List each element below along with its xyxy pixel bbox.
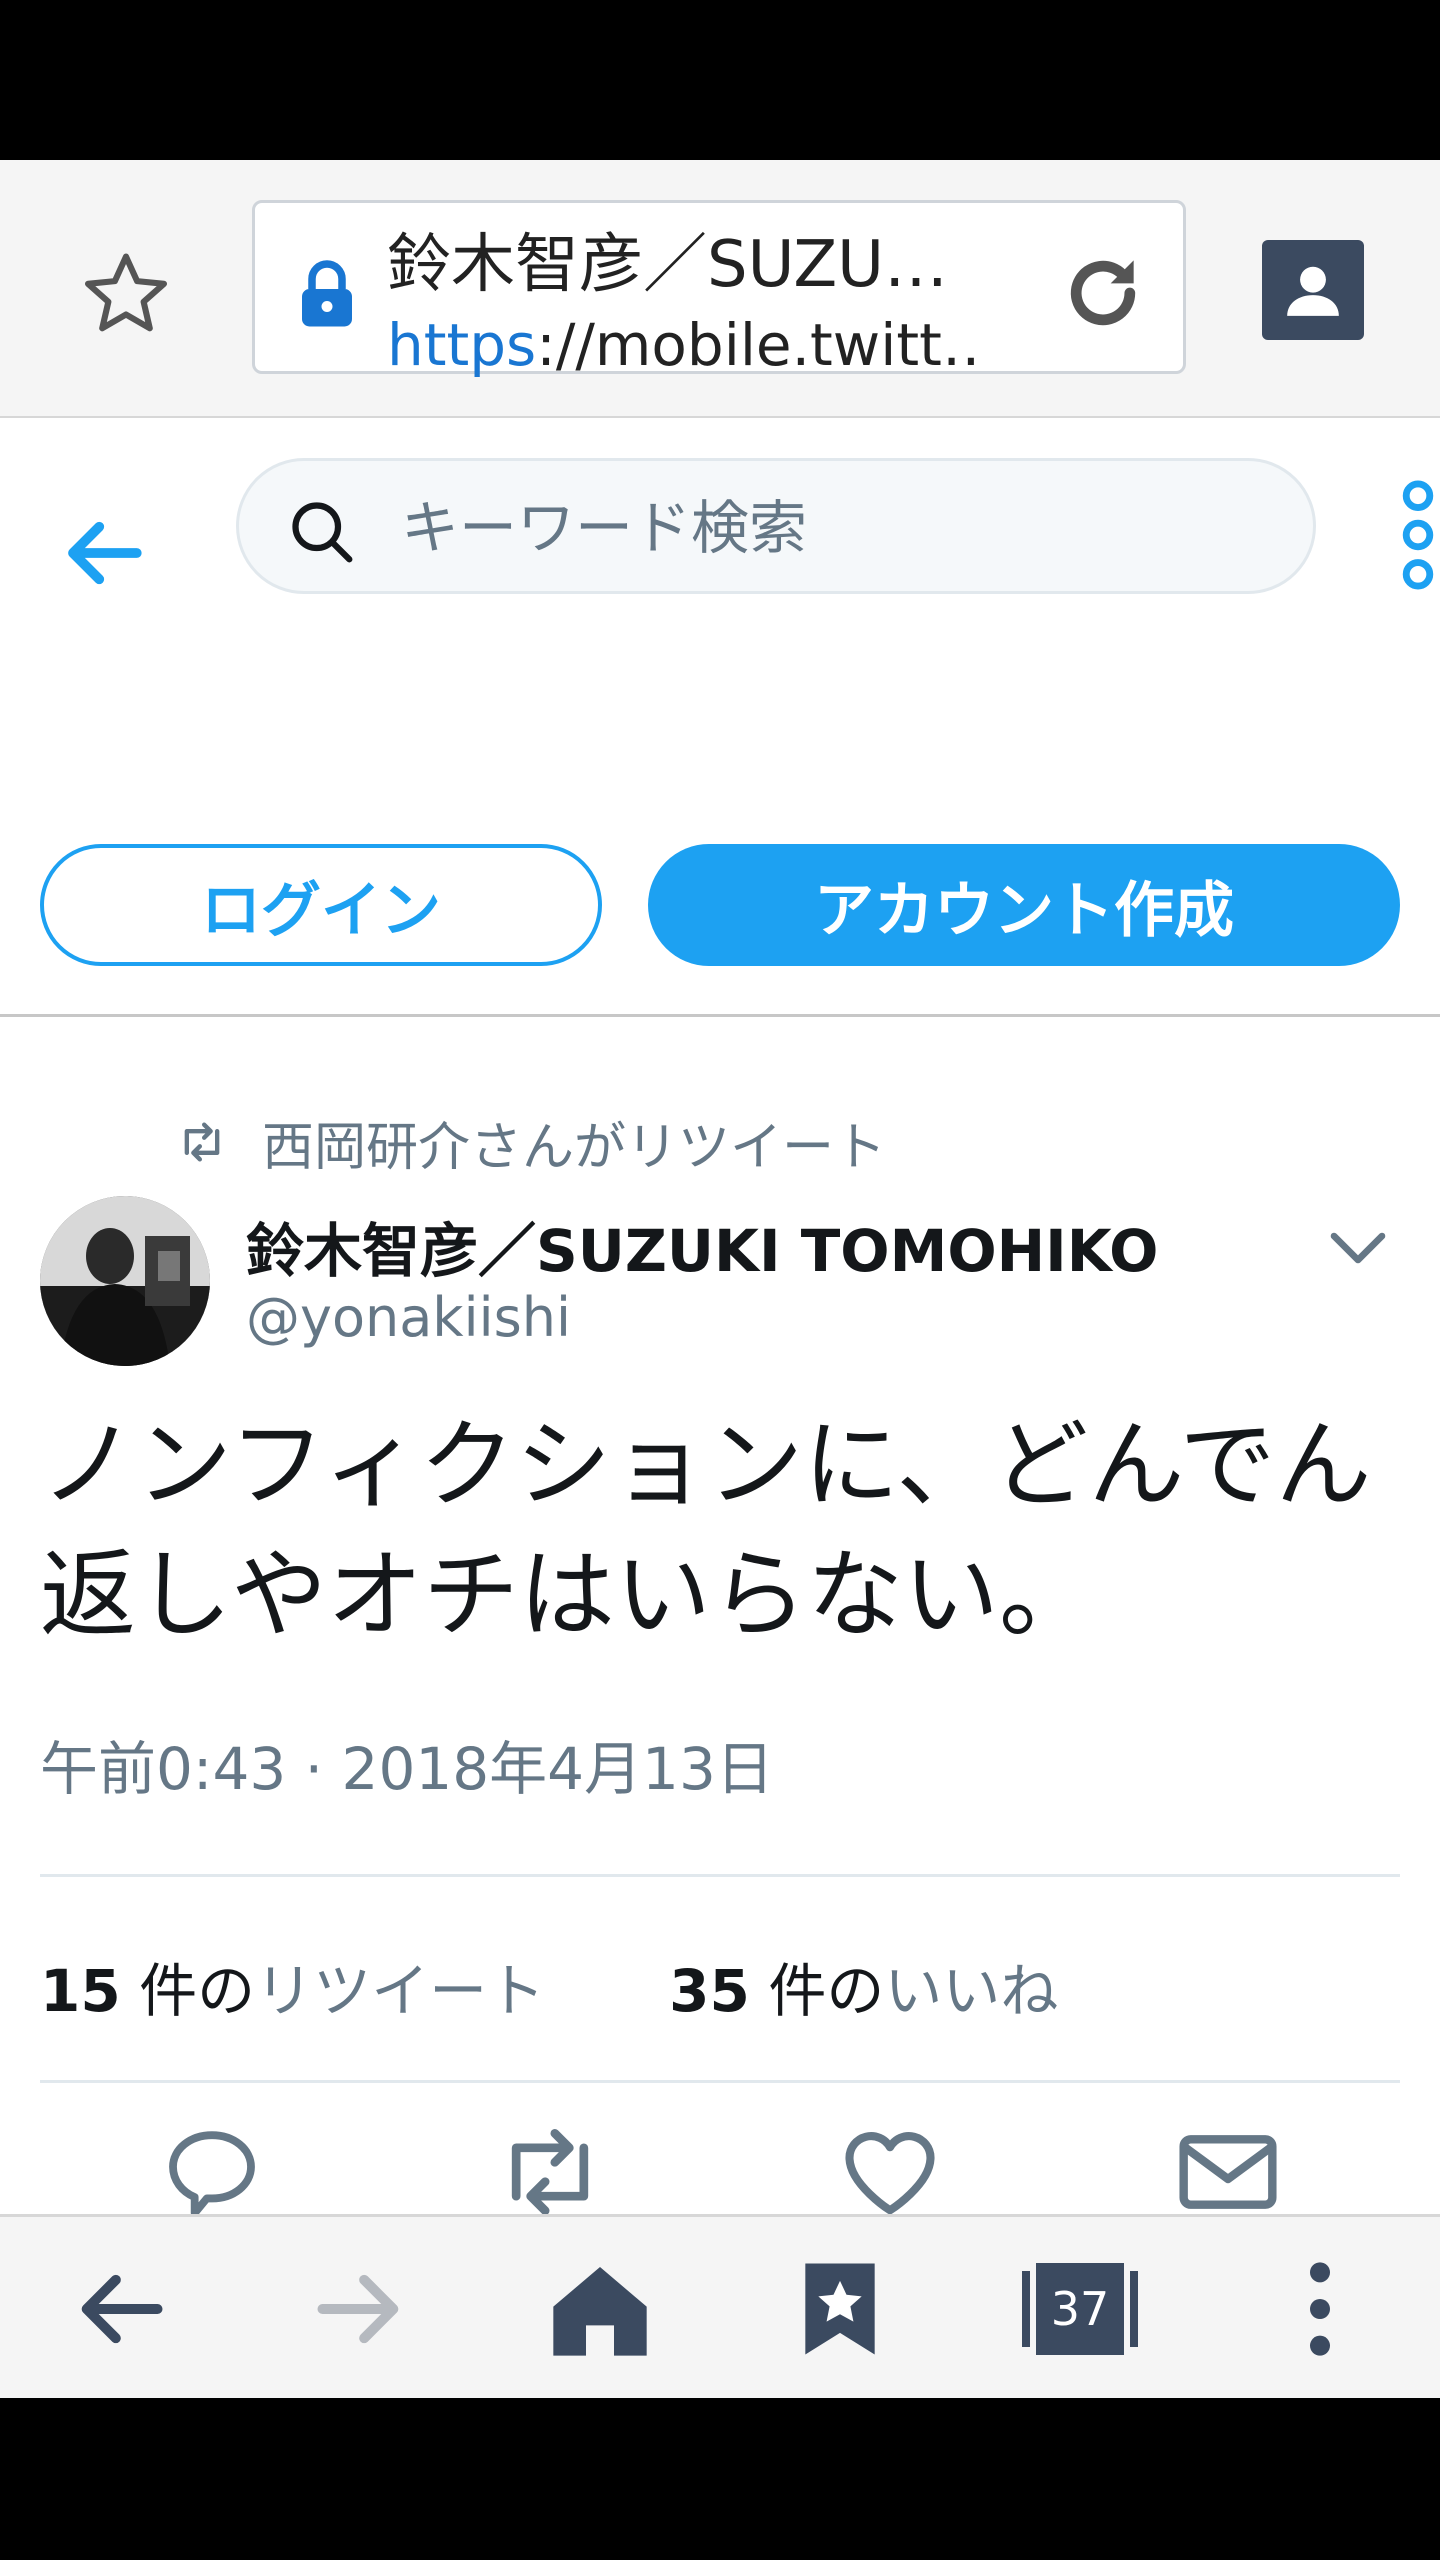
twitter-header: ログイン アカウント作成: [0, 418, 1440, 1017]
reload-button[interactable]: [1053, 243, 1153, 343]
back-arrow-icon: [68, 521, 142, 585]
tweet-options-button[interactable]: [1322, 1212, 1394, 1284]
retweeted-by-label: 西岡研介さんがリツイート: [262, 1117, 887, 1178]
like-link: いいね: [884, 1957, 1059, 2025]
search-box[interactable]: [236, 458, 1316, 594]
avatar[interactable]: [40, 1196, 210, 1366]
browser-bottom-toolbar: 37: [0, 2214, 1440, 2398]
browser-forward-button[interactable]: [290, 2239, 430, 2379]
message-icon: [1179, 2135, 1277, 2209]
reload-icon: [1070, 260, 1136, 326]
retweet-count: 15: [40, 1957, 121, 2025]
tweet-text-line-2: 返しやオチはいらない。: [40, 1539, 1096, 1651]
browser-menu-button[interactable]: [1250, 2239, 1390, 2379]
retweet-context: 西岡研介さんがリツイート: [176, 1104, 886, 1180]
divider: [40, 2080, 1400, 2083]
more-vertical-icon: [1310, 2262, 1330, 2356]
retweet-link: リツイート: [255, 1957, 546, 2025]
forward-arrow-icon: [317, 2274, 399, 2344]
home-button[interactable]: [530, 2239, 670, 2379]
reply-icon: [169, 2131, 255, 2218]
tabs-icon: 37: [1022, 2263, 1138, 2355]
like-count-suffix: 件の: [749, 1957, 885, 2025]
tabs-button[interactable]: 37: [1010, 2239, 1150, 2379]
lock-icon: [302, 260, 352, 327]
login-button[interactable]: ログイン: [40, 844, 602, 966]
url-bar[interactable]: 鈴木智彦／SUZU… https://mobile.twitt…: [252, 200, 1186, 379]
home-icon: [553, 2267, 647, 2356]
screen: 鈴木智彦／SUZU… https://mobile.twitt… ログイン アカ…: [0, 160, 1440, 2398]
retweet-count-suffix: 件の: [120, 1957, 256, 2025]
retweet-stat[interactable]: 15 件のリツイート: [40, 1944, 545, 2028]
url-rest: ://mobile.twitt…: [536, 311, 987, 379]
account-button[interactable]: [1262, 240, 1364, 340]
more-menu-button[interactable]: [1398, 480, 1440, 590]
author-name[interactable]: 鈴木智彦／SUZUKI TOMOHIKO: [246, 1204, 1158, 1288]
back-button[interactable]: [48, 498, 158, 608]
more-vertical-icon: [1402, 480, 1434, 590]
bookmarks-button[interactable]: [770, 2239, 910, 2379]
search-icon: [292, 502, 353, 563]
search-input[interactable]: [399, 483, 1263, 573]
tweet-stats: 15 件のリツイート 35 件のいいね: [40, 1936, 1058, 2036]
back-arrow-icon: [81, 2274, 163, 2344]
tweet: 西岡研介さんがリツイート 鈴木智彦／SUZUKI TOMOHIKO @yonak…: [0, 1016, 1440, 2291]
like-stat[interactable]: 35 件のいいね: [669, 1944, 1058, 2028]
tweet-text: ノンフィクションに、どんでん 返しやオチはいらない。: [40, 1400, 1420, 1660]
divider: [40, 1874, 1400, 1877]
like-count: 35: [669, 1957, 750, 2025]
url-text: https://mobile.twitt…: [387, 311, 987, 379]
browser-back-button[interactable]: [50, 2239, 190, 2379]
create-account-button[interactable]: アカウント作成: [648, 844, 1400, 966]
bookmark-star-button[interactable]: [78, 245, 174, 341]
tweet-text-line-1: ノンフィクションに、どんでん: [40, 1409, 1372, 1521]
like-icon: [845, 2132, 935, 2215]
retweet-icon: [184, 1122, 220, 1162]
retweet-icon: [511, 2128, 589, 2216]
page-title: 鈴木智彦／SUZU…: [387, 228, 949, 302]
tab-count: 37: [1051, 2282, 1110, 2336]
browser-address-bar: 鈴木智彦／SUZU… https://mobile.twitt…: [0, 160, 1440, 418]
bookmark-icon: [805, 2263, 875, 2355]
chevron-down-icon: [1330, 1232, 1386, 1264]
star-icon: [84, 253, 168, 332]
account-icon: [1287, 266, 1339, 316]
url-scheme: https: [387, 311, 537, 379]
tweet-timestamp[interactable]: 午前0:43 · 2018年4月13日: [40, 1722, 774, 1806]
author-handle[interactable]: @yonakiishi: [246, 1286, 571, 1349]
avatar-photo: [40, 1196, 210, 1366]
